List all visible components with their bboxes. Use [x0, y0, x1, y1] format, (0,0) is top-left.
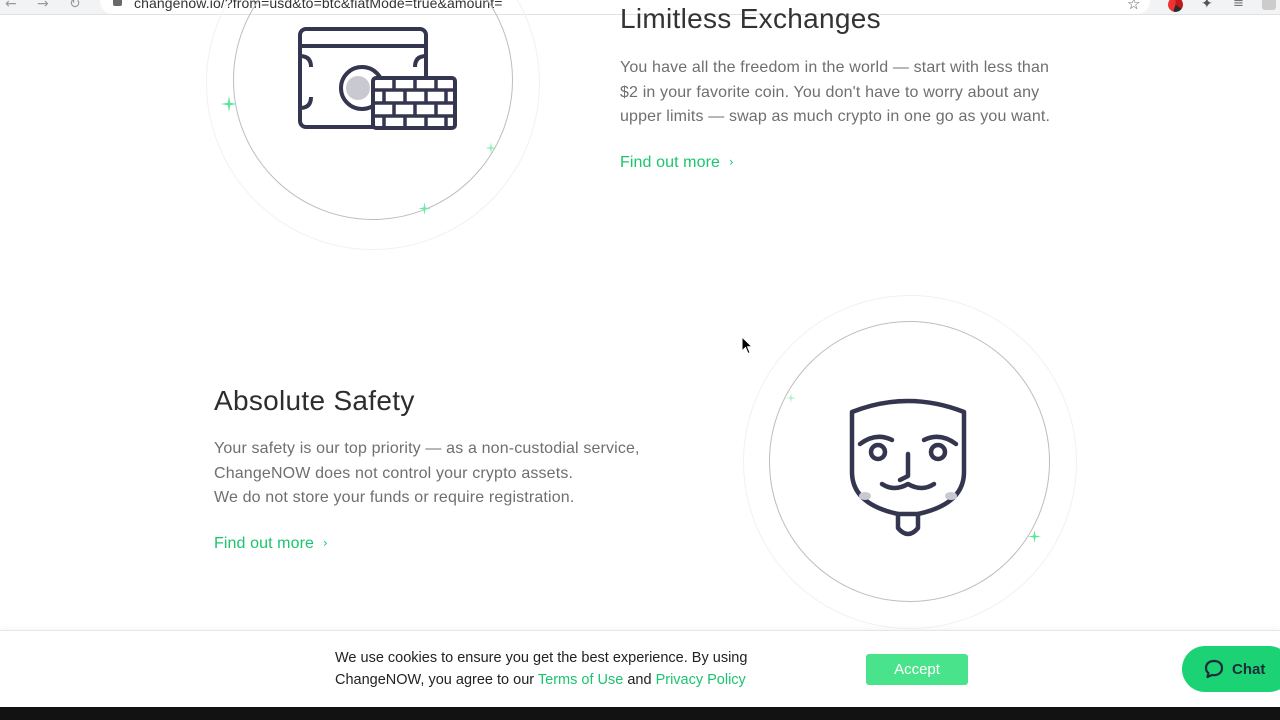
mouse-cursor-icon [741, 336, 753, 355]
playlist-icon[interactable]: ≡ [1233, 0, 1244, 11]
chevron-right-icon: › [323, 536, 328, 550]
cookie-message: We use cookies to ensure you get the bes… [335, 648, 795, 691]
description-line: You have all the freedom in the world — … [620, 59, 1050, 76]
section-description: You have all the freedom in the world — … [620, 56, 1090, 130]
description-line: Your safety is our top priority — as a n… [214, 440, 640, 457]
star-icon[interactable]: ☆ [1127, 0, 1140, 13]
sparkle-icon [786, 393, 796, 403]
description-line: upper limits — swap as much crypto in on… [620, 108, 1051, 125]
chevron-right-icon: › [729, 155, 734, 169]
forward-arrow-icon[interactable]: → [37, 0, 49, 12]
puzzle-icon[interactable]: ✦ [1201, 0, 1213, 12]
taskbar-strip [0, 707, 1280, 720]
anonymous-mask-icon [849, 398, 967, 537]
link-label: Find out more [620, 154, 721, 171]
profile-avatar[interactable] [1262, 0, 1276, 10]
privacy-policy-link[interactable]: Privacy Policy [656, 672, 746, 688]
section-heading: Absolute Safety [214, 385, 415, 416]
chat-bubble-icon [1204, 659, 1224, 679]
sparkle-icon [221, 96, 237, 112]
sparkle-icon [1028, 530, 1041, 543]
description-line: $2 in your favorite coin. You don't have… [620, 83, 1040, 101]
chat-button[interactable]: Chat [1182, 646, 1280, 692]
section-description: Your safety is our top priority — as a n… [214, 437, 684, 511]
sparkle-icon [485, 142, 497, 154]
banknote-with-bricks-icon [298, 27, 457, 130]
sparkle-icon [418, 202, 431, 215]
terms-of-use-link[interactable]: Terms of Use [538, 672, 623, 688]
reload-icon[interactable]: ↻ [69, 0, 81, 12]
description-line: ChangeNOW does not control your crypto a… [214, 464, 574, 482]
description-line: We do not store your funds or require re… [214, 489, 575, 506]
link-label: Find out more [214, 535, 315, 552]
lock-icon[interactable] [113, 0, 122, 6]
find-out-more-link[interactable]: Find out more › [620, 154, 734, 172]
find-out-more-link[interactable]: Find out more › [214, 535, 328, 553]
cookie-text: and [627, 671, 652, 688]
chat-label: Chat [1232, 661, 1266, 678]
section-heading: Limitless Exchanges [620, 3, 881, 34]
accept-cookies-button[interactable]: Accept [866, 654, 968, 685]
back-arrow-icon[interactable]: ← [5, 0, 17, 12]
extension-icon[interactable] [1168, 0, 1183, 12]
